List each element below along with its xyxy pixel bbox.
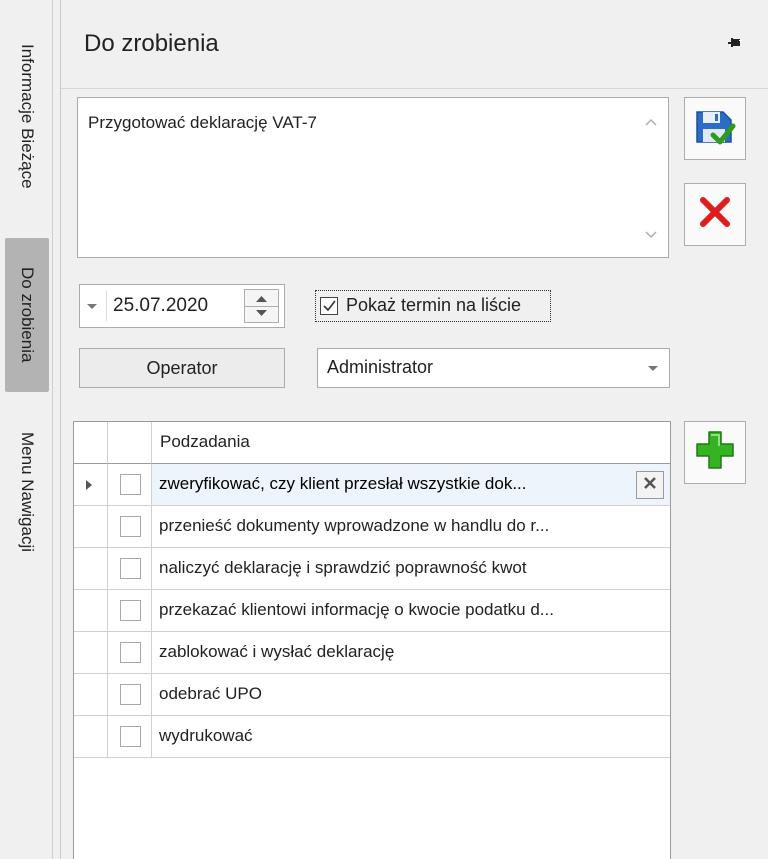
task-description-field[interactable]: Przygotować deklarację VAT-7	[77, 97, 669, 258]
deadline-date-value[interactable]: 25.07.2020	[113, 295, 208, 317]
checkbox[interactable]	[320, 297, 338, 315]
table-row[interactable]: wydrukować	[74, 716, 670, 758]
subtask-text[interactable]: przenieść dokumenty wprowadzone w handlu…	[159, 516, 549, 536]
tab-menu-nawigacji[interactable]: Menu Nawigacji	[5, 406, 49, 578]
scroll-down-icon[interactable]	[642, 227, 660, 243]
row-indicator	[74, 674, 108, 716]
row-indicator	[74, 506, 108, 548]
table-row[interactable]: przekazać klientowi informację o kwocie …	[74, 590, 670, 632]
divider	[52, 0, 53, 859]
green-plus-icon	[693, 428, 737, 477]
save-button[interactable]	[684, 97, 746, 160]
row-pointer-icon	[86, 480, 92, 490]
subtask-checkbox[interactable]	[120, 516, 141, 537]
row-indicator	[74, 590, 108, 632]
pin-icon[interactable]	[728, 36, 744, 50]
grid-header-check	[108, 422, 152, 464]
subtask-text[interactable]: zweryfikować, czy klient przesłał wszyst…	[159, 474, 527, 494]
row-indicator	[74, 632, 108, 674]
todo-panel: Do zrobienia Przygotować deklarację VAT-…	[60, 0, 768, 859]
subtask-checkbox[interactable]	[120, 642, 141, 663]
scroll-up-icon[interactable]	[642, 114, 660, 130]
task-description-text: Przygotować deklarację VAT-7	[88, 113, 317, 132]
add-subtask-button[interactable]	[684, 421, 746, 484]
column-header-label: Podzadania	[160, 432, 250, 451]
subtask-checkbox[interactable]	[120, 726, 141, 747]
row-indicator	[74, 464, 108, 506]
grid-header-row: Podzadania	[74, 422, 670, 464]
table-row[interactable]: przenieść dokumenty wprowadzone w handlu…	[74, 506, 670, 548]
cancel-button[interactable]	[684, 183, 746, 246]
operator-button[interactable]: Operator	[79, 348, 285, 388]
table-row[interactable]: naliczyć deklarację i sprawdzić poprawno…	[74, 548, 670, 590]
show-deadline-label: Pokaż termin na liście	[346, 295, 522, 315]
close-icon	[643, 476, 657, 495]
subtask-checkbox[interactable]	[120, 474, 141, 495]
chevron-down-icon[interactable]	[636, 349, 669, 387]
divider	[106, 291, 107, 321]
date-spin-buttons[interactable]	[244, 289, 279, 323]
subtask-checkbox[interactable]	[120, 684, 141, 705]
side-tab-bar: Informacje Bieżące Do zrobienia Menu Naw…	[0, 0, 52, 859]
grid-header-subtasks[interactable]: Podzadania	[152, 422, 670, 464]
show-deadline-checkbox[interactable]: Pokaż termin na liście	[315, 290, 551, 322]
red-x-icon	[695, 192, 735, 237]
subtask-text[interactable]: przekazać klientowi informację o kwocie …	[159, 600, 554, 620]
subtask-checkbox[interactable]	[120, 600, 141, 621]
subtask-checkbox[interactable]	[120, 558, 141, 579]
subtask-text[interactable]: wydrukować	[159, 726, 253, 746]
subtask-text[interactable]: zablokować i wysłać deklarację	[159, 642, 394, 662]
clear-button[interactable]	[636, 471, 664, 499]
save-disk-check-icon	[693, 104, 737, 153]
tab-informacje-biezace[interactable]: Informacje Bieżące	[5, 18, 49, 214]
panel-title: Do zrobienia	[84, 30, 219, 57]
table-row[interactable]: zablokować i wysłać deklarację	[74, 632, 670, 674]
subtask-text[interactable]: naliczyć deklarację i sprawdzić poprawno…	[159, 558, 527, 578]
operator-select[interactable]: Administrator	[317, 348, 670, 388]
row-indicator	[74, 548, 108, 590]
panel-header: Do zrobienia	[61, 0, 768, 88]
header-divider	[61, 88, 768, 89]
grid-header-indicator	[74, 422, 108, 464]
tab-label: Menu Nawigacji	[18, 432, 37, 552]
tab-label: Do zrobienia	[18, 267, 37, 363]
divider	[245, 306, 278, 307]
subtasks-grid: Podzadania zweryfikować, czy klient prze…	[73, 421, 671, 859]
chevron-down-icon[interactable]	[86, 299, 98, 313]
tab-do-zrobienia[interactable]: Do zrobienia	[5, 238, 49, 392]
operator-selected-value: Administrator	[327, 357, 434, 377]
table-row[interactable]: zweryfikować, czy klient przesłał wszyst…	[74, 464, 670, 506]
row-indicator	[74, 716, 108, 758]
table-row[interactable]: odebrać UPO	[74, 674, 670, 716]
subtask-text[interactable]: odebrać UPO	[159, 684, 262, 704]
deadline-date-picker[interactable]: 25.07.2020	[79, 284, 285, 328]
tab-label: Informacje Bieżące	[18, 43, 37, 189]
